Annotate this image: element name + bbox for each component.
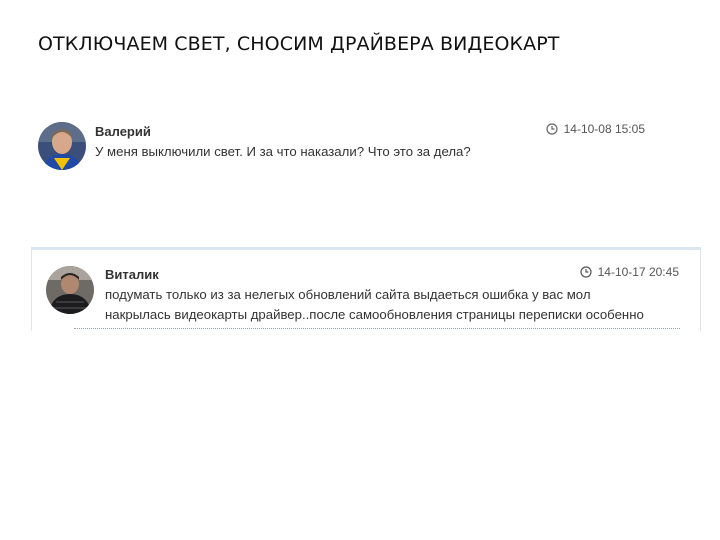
comment-author[interactable]: Валерий <box>95 124 151 139</box>
comment-date: 14-10-17 20:45 <box>579 265 679 279</box>
comment-author[interactable]: Виталик <box>105 267 159 282</box>
clock-icon <box>579 266 592 278</box>
page-title: ОТКЛЮЧАЕМ СВЕТ, СНОСИМ ДРАЙВЕРА ВИДЕОКАР… <box>38 33 560 55</box>
date-text: 14-10-08 15:05 <box>563 122 645 136</box>
divider <box>74 328 680 329</box>
clock-icon <box>545 123 558 135</box>
avatar[interactable] <box>38 122 86 170</box>
comment-line: У меня выключили свет. И за что наказали… <box>95 144 471 159</box>
comment-item-highlighted: Виталик подумать только из за нелегых об… <box>31 247 701 331</box>
avatar[interactable] <box>46 266 94 314</box>
comment-item: Валерий У меня выключили свет. И за что … <box>36 116 661 178</box>
comment-date: 14-10-08 15:05 <box>545 122 645 136</box>
comment-text: У меня выключили свет. И за что наказали… <box>95 142 471 162</box>
date-text: 14-10-17 20:45 <box>597 265 679 279</box>
comment-text: подумать только из за нелегых обновлений… <box>105 285 644 325</box>
comment-line: накрылась видеокарты драйвер..после само… <box>105 307 644 322</box>
comment-line: подумать только из за нелегых обновлений… <box>105 287 591 302</box>
